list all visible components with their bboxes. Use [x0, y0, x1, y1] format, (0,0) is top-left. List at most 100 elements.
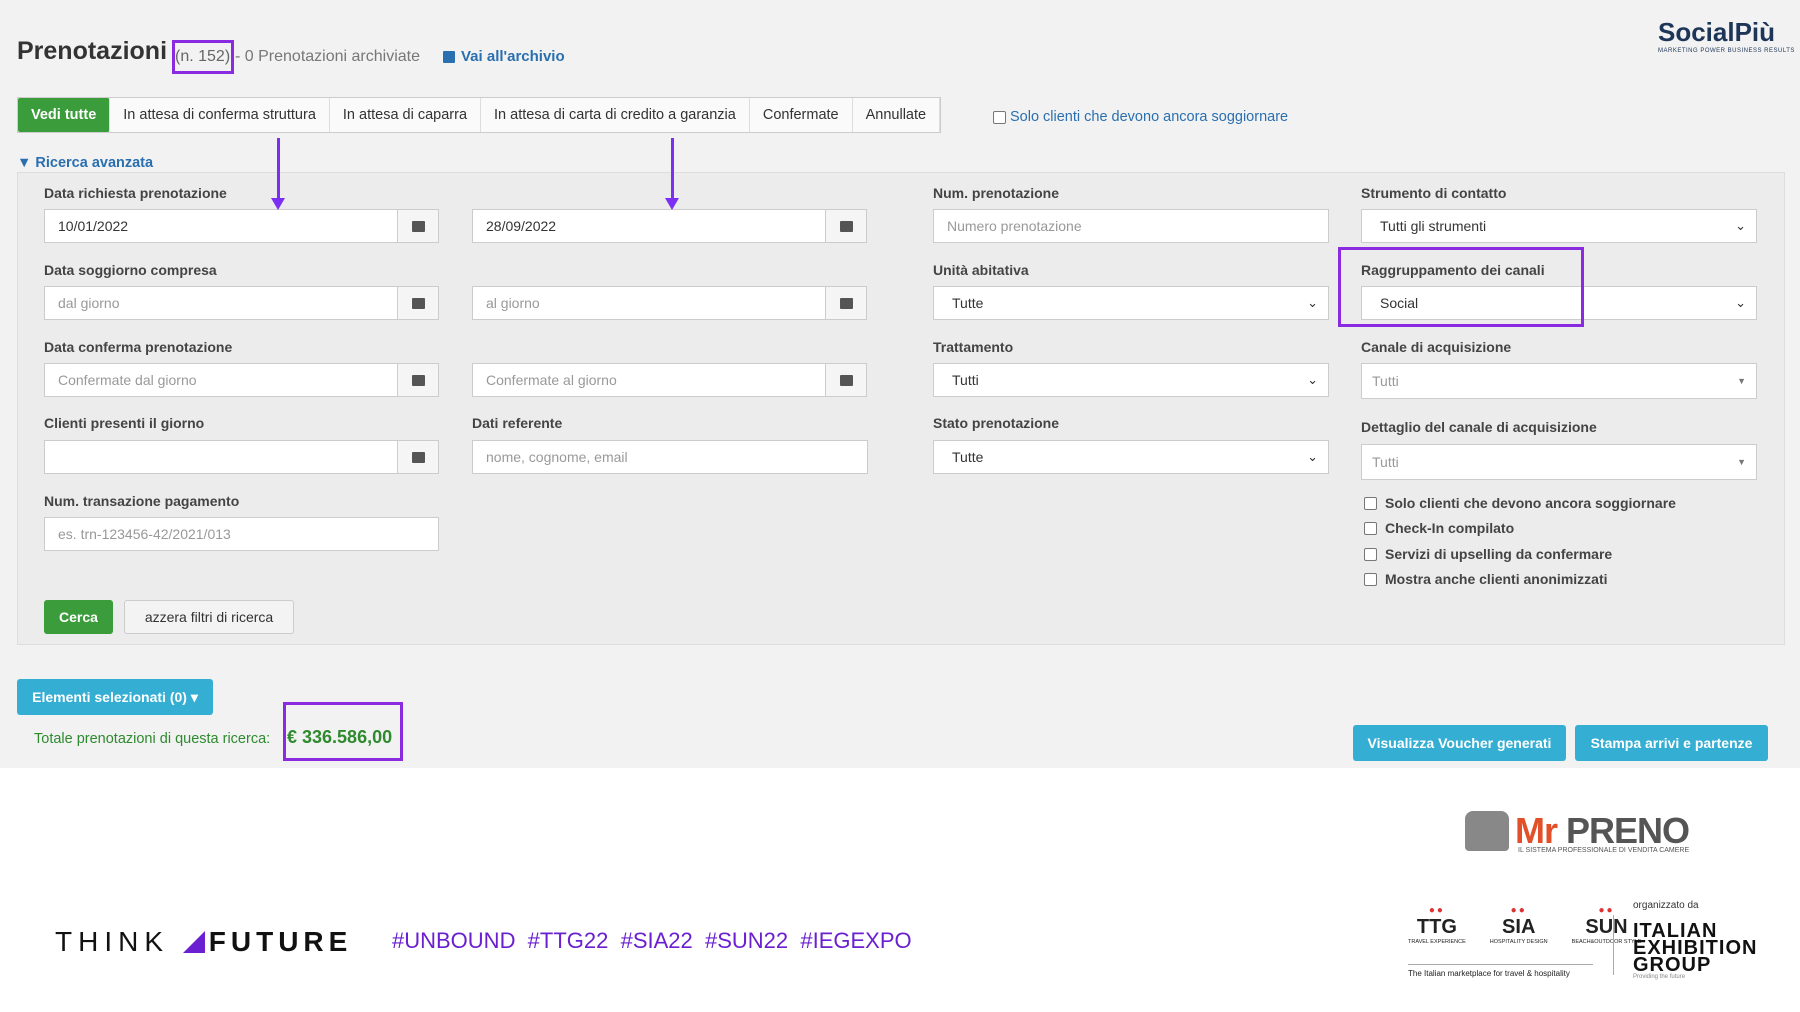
archive-link-label: Vai all'archivio [461, 48, 565, 65]
calendar-icon[interactable] [397, 209, 439, 243]
robot-icon [1465, 811, 1509, 851]
data-soggiorno-from-input[interactable]: dal giorno [44, 286, 398, 320]
search-button[interactable]: Cerca [44, 600, 113, 634]
unita-select[interactable]: Tutte ⌄ [933, 286, 1329, 320]
annotation-arrow [271, 138, 285, 210]
option-solo-clienti[interactable]: Solo clienti che devono ancora soggiorna… [1364, 495, 1676, 511]
print-arrivals-button[interactable]: Stampa arrivi e partenze [1575, 725, 1768, 761]
mrpreno-logo: Mr PRENO [1465, 810, 1690, 852]
canale-label: Canale di acquisizione [1361, 339, 1512, 355]
calendar-icon[interactable] [397, 440, 439, 474]
only-clients-toggle[interactable]: Solo clienti che devono ancora soggiorna… [993, 109, 1288, 125]
unita-value: Tutte [952, 295, 984, 311]
checkbox[interactable] [1364, 521, 1377, 535]
advanced-search-toggle[interactable]: ▼ Ricerca avanzata [17, 155, 153, 171]
dettaglio-label: Dettaglio del canale di acquisizione [1361, 419, 1597, 435]
checkbox[interactable] [1364, 572, 1377, 586]
app-screenshot: Prenotazioni (n. 152) - 0 Prenotazioni a… [0, 0, 1800, 768]
data-richiesta-from-input[interactable]: 10/01/2022 [44, 209, 398, 243]
dettaglio-select[interactable]: Tutti ▼ [1361, 444, 1757, 480]
stato-value: Tutte [952, 449, 984, 465]
num-prenotazione-input[interactable]: Numero prenotazione [933, 209, 1329, 243]
only-clients-checkbox[interactable] [993, 110, 1006, 124]
chevron-down-icon: ⌄ [1735, 218, 1746, 233]
total-highlight-box [283, 702, 403, 761]
option-label: Check-In compilato [1385, 520, 1515, 536]
annotation-arrow [665, 138, 679, 210]
tab-attesa-caparra[interactable]: In attesa di caparra [329, 98, 482, 132]
think-future-logo: THINK FUTURE [55, 926, 353, 957]
clienti-presenti-input[interactable] [44, 440, 398, 474]
data-conferma-label: Data conferma prenotazione [44, 339, 233, 355]
chevron-down-icon: ⌄ [1307, 372, 1318, 387]
clienti-presenti-label: Clienti presenti il giorno [44, 415, 205, 431]
checkbox[interactable] [1364, 496, 1377, 510]
calendar-icon[interactable] [825, 209, 867, 243]
data-richiesta-label: Data richiesta prenotazione [44, 185, 227, 201]
voucher-button[interactable]: Visualizza Voucher generati [1353, 725, 1566, 761]
hashtags: #UNBOUND #TTG22 #SIA22 #SUN22 #IEGEXPO [392, 928, 912, 953]
dati-referente-input[interactable]: nome, cognome, email [472, 440, 868, 474]
sia-logo: ●● SIA HOSPITALITY DESIGN [1489, 905, 1548, 945]
selected-elements-button[interactable]: Elementi selezionati (0) ▾ [17, 679, 213, 715]
option-label: Mostra anche clienti anonimizzati [1385, 571, 1608, 587]
option-label: Solo clienti che devono ancora soggiorna… [1385, 495, 1676, 511]
data-conferma-from-input[interactable]: Confermate dal giorno [44, 363, 398, 397]
stato-select[interactable]: Tutte ⌄ [933, 440, 1329, 474]
calendar-icon[interactable] [825, 363, 867, 397]
calendar-icon[interactable] [397, 363, 439, 397]
data-richiesta-to-input[interactable]: 28/09/2022 [472, 209, 826, 243]
dettaglio-value: Tutti [1372, 454, 1399, 470]
num-transazione-label: Num. transazione pagamento [44, 493, 240, 509]
checkbox[interactable] [1364, 547, 1377, 561]
event-logos: ●● TTG TRAVEL EXPERIENCE ●● SIA HOSPITALITY … [1408, 905, 1641, 945]
strumento-label: Strumento di contatto [1361, 185, 1507, 201]
canale-select[interactable]: Tutti ▼ [1361, 363, 1757, 399]
tab-confermate[interactable]: Confermate [749, 98, 853, 132]
option-anonimizzati[interactable]: Mostra anche clienti anonimizzati [1364, 571, 1608, 587]
canale-value: Tutti [1372, 373, 1399, 389]
selected-elements-label: Elementi selezionati (0) [32, 689, 187, 705]
data-soggiorno-label: Data soggiorno compresa [44, 262, 217, 278]
caret-down-icon: ▼ [1737, 376, 1746, 386]
tab-vedi-tutte[interactable]: Vedi tutte [18, 98, 111, 132]
option-upselling[interactable]: Servizi di upselling da confermare [1364, 546, 1612, 562]
trattamento-select[interactable]: Tutti ⌄ [933, 363, 1329, 397]
mrpreno-tagline: IL SISTEMA PROFESSIONALE DI VENDITA CAME… [1518, 847, 1690, 854]
chevron-down-icon: ⌄ [1307, 295, 1318, 310]
socialpiu-logo: SocialPiù MARKETING POWER BUSINESS RESULT… [1658, 17, 1795, 54]
calendar-icon[interactable] [397, 286, 439, 320]
num-prenotazione-label: Num. prenotazione [933, 185, 1060, 201]
trattamento-value: Tutti [952, 372, 979, 388]
status-tabs: Vedi tutte In attesa di conferma struttu… [17, 97, 942, 133]
archive-link[interactable]: Vai all'archivio [443, 48, 565, 65]
option-checkin[interactable]: Check-In compilato [1364, 520, 1514, 536]
stato-label: Stato prenotazione [933, 415, 1060, 431]
total-label: Totale prenotazioni di questa ricerca: [34, 731, 271, 747]
channel-group-highlight-box [1338, 247, 1584, 327]
only-clients-label: Solo clienti che devono ancora soggiorna… [1010, 109, 1289, 125]
chevron-down-icon: ⌄ [1735, 295, 1746, 310]
tab-attesa-conferma[interactable]: In attesa di conferma struttura [110, 98, 330, 132]
strumento-select[interactable]: Tutti gli strumenti ⌄ [1361, 209, 1757, 243]
dati-referente-label: Dati referente [472, 415, 563, 431]
reset-filters-button[interactable]: azzera filtri di ricerca [124, 600, 294, 634]
tab-annullate[interactable]: Annullate [852, 98, 941, 132]
ieg-logo: organizzato da ITALIAN EXHIBITION GROUP Pr… [1633, 900, 1758, 980]
num-transazione-input[interactable]: es. trn-123456-42/2021/013 [44, 517, 439, 551]
calendar-icon[interactable] [825, 286, 867, 320]
advanced-search-label: Ricerca avanzata [35, 155, 154, 171]
strumento-value: Tutti gli strumenti [1380, 218, 1487, 234]
ttg-logo: ●● TTG TRAVEL EXPERIENCE [1408, 905, 1466, 945]
tab-attesa-carta[interactable]: In attesa di carta di credito a garanzia [481, 98, 750, 132]
trattamento-label: Trattamento [933, 339, 1014, 355]
chevron-down-icon: ⌄ [1307, 449, 1318, 464]
data-soggiorno-to-input[interactable]: al giorno [472, 286, 826, 320]
sun-logo: ●● SUN BEACH&OUTDOOR STYLE [1571, 905, 1642, 945]
data-conferma-to-input[interactable]: Confermate al giorno [472, 363, 826, 397]
archive-icon [443, 50, 455, 63]
option-label: Servizi di upselling da confermare [1385, 546, 1613, 562]
archived-count: - 0 Prenotazioni archiviate [235, 48, 420, 65]
divider [1613, 915, 1614, 975]
caret-down-icon: ▼ [1737, 457, 1746, 467]
